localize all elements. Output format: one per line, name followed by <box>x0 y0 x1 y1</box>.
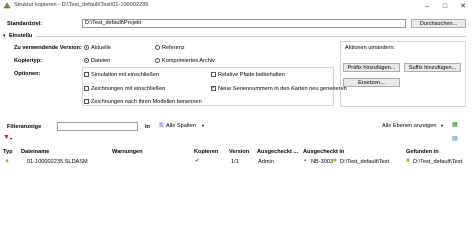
settings-section-label: Einstellu <box>9 33 33 39</box>
maximize-button[interactable]: □ <box>438 0 452 12</box>
actions-label: Aktionen umändern: <box>345 45 396 51</box>
copytype-files-label: Dateien <box>91 58 111 64</box>
chevron-down-icon: ▼ <box>201 123 205 128</box>
option-simulation-checkbox[interactable] <box>84 72 89 77</box>
copytype-archive-radio[interactable] <box>155 58 160 63</box>
header-checked-out-in[interactable]: Ausgecheckt in <box>303 149 344 155</box>
version-reference-label: Referenz <box>162 45 185 51</box>
close-button[interactable]: ✕ <box>456 0 470 12</box>
row-version: 1/1 <box>231 159 239 165</box>
export-icon[interactable]: ▦ <box>452 121 466 131</box>
chevron-down-icon: ▼ <box>440 123 444 128</box>
copytype-label: Kopiertyp: <box>14 58 42 64</box>
header-found-in[interactable]: Gefunden in <box>406 149 439 155</box>
row-checked-out-by: Admin <box>258 159 274 165</box>
row-checked-out-in: NB-3003 <box>311 159 334 165</box>
filter-in-label: in <box>145 124 150 130</box>
table-row[interactable]: ▲ 01-100002235.SLDASM ✔ 1/1 Admin ▪ NB-3… <box>0 157 474 166</box>
chevron-down-icon[interactable]: ▾ <box>10 136 12 141</box>
filter-input[interactable] <box>57 122 138 131</box>
columns-dropdown-label: Alle Spalten <box>166 123 196 129</box>
option-serial-numbers-checkbox[interactable]: ✓ <box>211 86 216 91</box>
app-icon <box>3 2 11 9</box>
copytype-archive-label: Komprimiertes Archiv <box>162 58 215 64</box>
target-label: Standardziel: <box>7 21 43 27</box>
columns-dropdown[interactable]: ▥ Alle Spalten ▼ <box>159 121 209 131</box>
filter-label: Filteranzeige <box>7 124 42 130</box>
columns-icon: ▥ <box>159 122 164 128</box>
row-filename: 01-100002235.SLDASM <box>27 159 88 165</box>
row-copy-checkbox[interactable]: ✔ <box>195 158 199 164</box>
levels-dropdown[interactable]: ⋮ Alle Ebenen anzeigen ▼ <box>377 121 445 131</box>
target-path-field[interactable]: D:\Test_default\Projekt <box>82 19 406 28</box>
window-title: Struktur kopieren - D:\Test_default\Test… <box>14 2 149 8</box>
section-divider <box>36 36 466 37</box>
replace-button[interactable]: Ersetzen... <box>343 78 400 87</box>
header-checked-out-by[interactable]: Ausgecheckt ... <box>257 149 298 155</box>
collapse-icon[interactable]: ▾ <box>3 33 6 39</box>
option-name-drawings-label: Zeichnungen nach ihren Modellen benennen <box>91 99 202 105</box>
folder-icon: ■ <box>406 158 410 164</box>
options-label: Optionen: <box>14 71 41 77</box>
header-copy[interactable]: Kopieren <box>194 149 218 155</box>
minimize-button[interactable]: – <box>420 0 434 12</box>
header-type[interactable]: Typ <box>3 149 13 155</box>
filter-icon[interactable]: ▼ <box>3 134 10 141</box>
row-checked-out-path: D:\Test_default\Test <box>340 159 390 165</box>
folder-icon: ■ <box>333 158 337 164</box>
option-relative-paths-checkbox[interactable] <box>211 72 216 77</box>
option-simulation-label: Simulation mit einschließen <box>91 72 160 78</box>
header-filename[interactable]: Dateiname <box>21 149 49 155</box>
computer-icon: ▪ <box>304 158 307 164</box>
option-name-drawings-checkbox[interactable] <box>84 99 89 104</box>
browse-button[interactable]: Durchsuchen... <box>411 19 466 28</box>
version-current-label: Aktuelle <box>91 45 111 51</box>
header-version[interactable]: Version <box>229 149 249 155</box>
title-bar: Struktur kopieren - D:\Test_default\Test… <box>0 0 474 12</box>
option-serial-numbers-label: Neue Seriennummern in den Karten neu gen… <box>218 86 347 92</box>
option-drawings-checkbox[interactable] <box>84 86 89 91</box>
levels-dropdown-label: Alle Ebenen anzeigen <box>382 123 437 129</box>
version-reference-radio[interactable] <box>155 45 160 50</box>
row-found-in: D:\Test_default\Test <box>413 159 463 165</box>
add-prefix-button[interactable]: Präfix hinzufügen... <box>343 63 400 72</box>
add-suffix-button[interactable]: Suffix hinzufügen... <box>404 63 461 72</box>
copytype-files-radio[interactable] <box>84 58 89 63</box>
layout-icon[interactable]: ▤ <box>452 135 466 145</box>
assembly-icon: ▲ <box>4 158 10 164</box>
option-relative-paths-label: Relative Pfade beibehalten <box>218 72 285 78</box>
version-label: Zu verwendende Version: <box>14 45 82 51</box>
header-warnings[interactable]: Warnungen <box>112 149 143 155</box>
version-current-radio[interactable] <box>84 45 89 50</box>
option-drawings-label: Zeichnungen mit einschließen <box>91 86 166 92</box>
